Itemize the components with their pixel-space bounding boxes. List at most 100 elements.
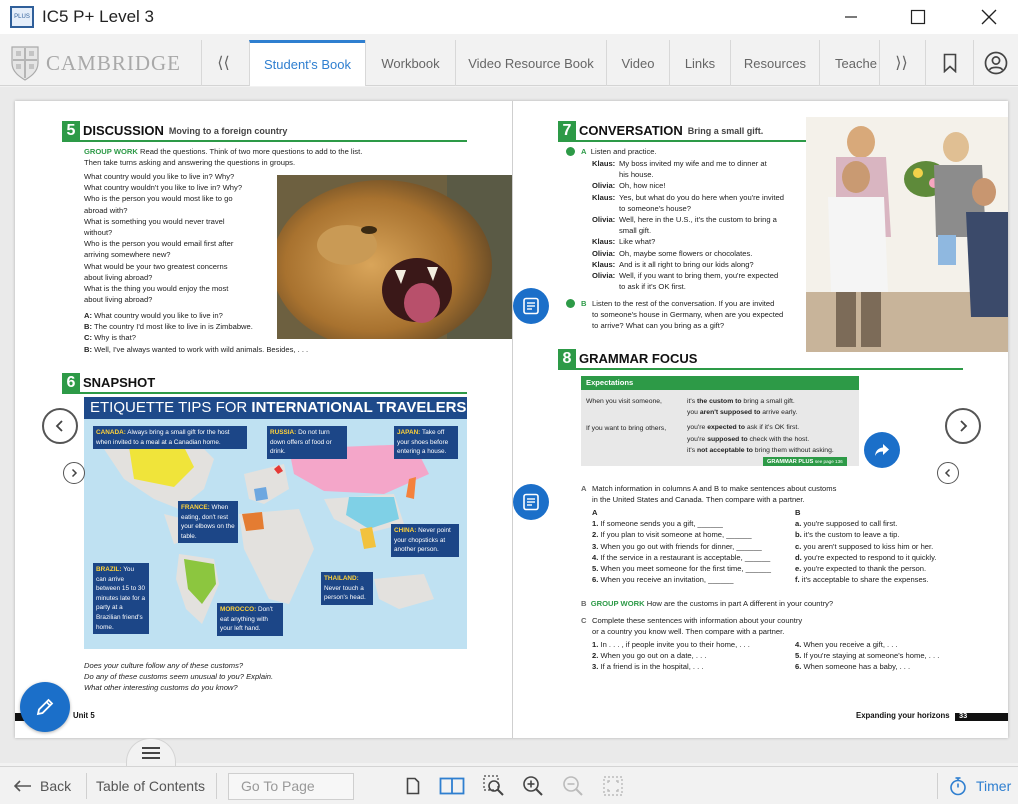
minimize-button[interactable]: [828, 3, 874, 31]
tab-bar: CAMBRIDGE ⟨⟨ Student's Book Workbook Vid…: [0, 40, 1018, 86]
bookmark-button[interactable]: [925, 40, 973, 86]
close-button[interactable]: [966, 3, 1012, 31]
zoom-in-button[interactable]: [518, 767, 548, 804]
section-number: 7: [558, 121, 576, 140]
arrow-left-icon: [14, 780, 31, 792]
chevron-right-icon: [960, 420, 968, 432]
s8-column-b: B a. you're supposed to call first. b. i…: [795, 508, 937, 585]
footer-unit: Unit 5: [73, 711, 95, 720]
next-page-button[interactable]: [945, 408, 981, 444]
zoom-out-button[interactable]: [558, 767, 588, 804]
section-rule: [558, 368, 963, 370]
book-spine: [512, 101, 513, 738]
double-page-icon: [439, 777, 465, 795]
footer-unit-title: Expanding your horizons: [856, 711, 950, 720]
section-rule: [62, 392, 467, 394]
etiquette-map: ETIQUETTE TIPS FOR INTERNATIONAL TRAVELE…: [84, 397, 467, 649]
resource-note-button[interactable]: [513, 484, 549, 520]
stopwatch-icon: [950, 777, 966, 796]
maximize-button[interactable]: [895, 3, 941, 31]
zoom-in-icon: [523, 776, 543, 796]
annotate-button[interactable]: [20, 682, 70, 732]
expectations-box: Expectations When you visit someone, If …: [581, 376, 859, 466]
single-page-icon: [406, 777, 420, 795]
chevron-right-icon: [71, 468, 78, 478]
toolbar-divider: [86, 773, 87, 799]
s7-dialog: Klaus: My boss invited my wife and me to …: [592, 159, 784, 292]
tab-video-resource-book[interactable]: Video Resource Book: [455, 40, 606, 86]
table-of-contents-button[interactable]: Table of Contents: [96, 767, 205, 804]
toolbar-divider: [937, 773, 938, 799]
note-icon: [523, 297, 539, 315]
s5-questions: What country would you like to live in? …: [84, 172, 243, 305]
lion-photo: [277, 175, 512, 339]
fit-page-button[interactable]: [598, 767, 628, 804]
book-viewer: 5 DISCUSSION Moving to a foreign country G…: [0, 87, 1018, 763]
timer-label: Timer: [976, 778, 1012, 794]
page-number: 33: [959, 711, 968, 720]
section-title: GRAMMAR FOCUS: [579, 351, 698, 366]
next-spread-small-button[interactable]: [937, 462, 959, 484]
section-number: 5: [62, 121, 80, 140]
section-8-heading: 8 GRAMMAR FOCUS: [558, 349, 697, 368]
section-subtitle: Moving to a foreign country: [168, 125, 288, 136]
tip-morocco: MOROCCO: Don't eat anything with your le…: [217, 603, 283, 636]
tab-resources[interactable]: Resources: [730, 40, 819, 86]
zoom-area-button[interactable]: [479, 767, 509, 804]
previous-page-button[interactable]: [42, 408, 78, 444]
cambridge-logo: CAMBRIDGE: [10, 44, 181, 82]
previous-spread-small-button[interactable]: [63, 462, 85, 484]
fit-screen-icon: [603, 776, 623, 796]
tip-thailand: THAILAND: Never touch a person's head.: [321, 572, 373, 605]
toolbar-divider: [216, 773, 217, 799]
audio-play-icon[interactable]: [566, 147, 575, 156]
back-button[interactable]: Back: [14, 767, 71, 804]
s5-dialog: A: What country would you like to live i…: [84, 311, 309, 354]
timer-button[interactable]: Timer: [948, 767, 1011, 804]
maximize-icon: [910, 9, 926, 25]
note-icon: [523, 493, 539, 511]
tip-france: FRANCE: When eating, don't rest your elb…: [178, 501, 238, 544]
s8-part-a: A Match information in columns A and B to…: [581, 484, 837, 505]
s8-part-c: C Complete these sentences with informati…: [581, 616, 803, 637]
people-photo: [806, 117, 1008, 352]
zoom-out-icon: [563, 776, 583, 796]
section-5-heading: 5 DISCUSSION Moving to a foreign country: [62, 121, 287, 140]
bottom-toolbar: Back Table of Contents Go To Page Timer: [0, 766, 1018, 804]
s8-c-column-b: 4. When you receive a gift, . . . 5. If …: [795, 640, 940, 672]
tab-teacher[interactable]: Teache: [819, 40, 879, 86]
user-icon: [984, 51, 1008, 75]
app-icon: PLUS: [10, 6, 34, 28]
s8-column-a: A 1. If someone sends you a gift, ______…: [592, 508, 771, 585]
tabs-scroll-right-button[interactable]: ⟩⟩: [879, 40, 923, 86]
tab-students-book[interactable]: Student's Book: [249, 40, 365, 86]
title-bar: PLUS IC5 P+ Level 3: [0, 0, 1018, 34]
user-account-button[interactable]: [973, 40, 1018, 86]
tip-japan: JAPAN: Take off your shoes before enteri…: [394, 426, 458, 459]
people-gift-image: [806, 117, 1008, 352]
book-spread: 5 DISCUSSION Moving to a foreign country G…: [15, 101, 1008, 738]
section-7-heading: 7 CONVERSATION Bring a small gift.: [558, 121, 763, 140]
section-title: CONVERSATION: [579, 123, 683, 138]
s8-part-b: B GROUP WORK How are the customs in part…: [581, 599, 834, 608]
zoom-area-icon: [483, 775, 504, 796]
grammar-link-button[interactable]: [864, 432, 900, 468]
double-page-view-button[interactable]: [437, 767, 467, 804]
exp-left-2: If you want to bring others,: [586, 425, 667, 432]
go-to-page-input[interactable]: Go To Page: [228, 773, 354, 800]
s7-part-b: B Listen to the rest of the conversation.…: [566, 298, 783, 332]
expectations-title: Expectations: [581, 376, 859, 390]
audio-play-icon[interactable]: [566, 299, 575, 308]
tab-workbook[interactable]: Workbook: [365, 40, 455, 86]
section-number: 8: [558, 349, 576, 368]
tabs-scroll-left-button[interactable]: ⟨⟨: [201, 40, 245, 86]
tab-video[interactable]: Video: [606, 40, 669, 86]
resource-note-button[interactable]: [513, 288, 549, 324]
exp-right: it's the custom to bring a small gift. y…: [687, 398, 834, 454]
single-page-view-button[interactable]: [398, 767, 428, 804]
minimize-icon: [845, 16, 857, 18]
back-label: Back: [40, 778, 72, 794]
section-title: DISCUSSION: [83, 123, 164, 138]
grammar-plus-link[interactable]: GRAMMAR PLUS see page 136: [763, 457, 847, 466]
tab-links[interactable]: Links: [669, 40, 730, 86]
